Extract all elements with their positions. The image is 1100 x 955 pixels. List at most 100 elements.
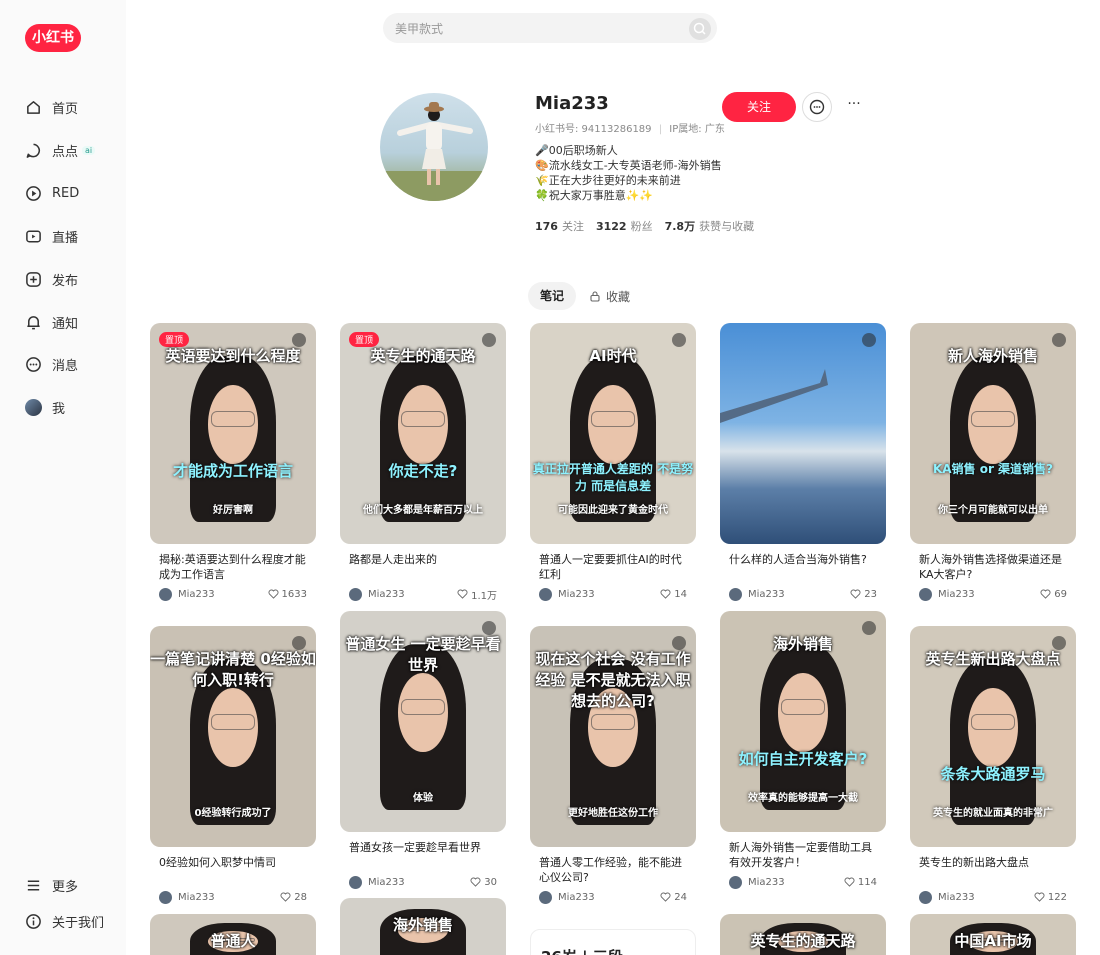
note-cover[interactable]: 一篇笔记讲清楚 0经验如何入职!转行 0经验转行成功了 bbox=[150, 626, 316, 847]
nav-diandian[interactable]: 点点 ai bbox=[25, 139, 96, 161]
note-title[interactable]: 新人海外销售一定要借助工具有效开发客户！ bbox=[720, 840, 886, 870]
note-title[interactable]: 新人海外销售选择做渠道还是KA大客户? bbox=[910, 552, 1076, 582]
nav-notifications[interactable]: 通知 bbox=[25, 311, 78, 333]
note-card[interactable]: 中国AI市场 bbox=[910, 914, 1076, 955]
following-stat[interactable]: 176 关注 bbox=[535, 218, 584, 234]
note-cover[interactable]: 26岁 | 三段 bbox=[530, 929, 696, 955]
note-card[interactable]: 置顶 英语要达到什么程度 才能成为工作语言 好厉害啊揭秘:英语要达到什么程度才能成为工… bbox=[150, 323, 316, 602]
author-avatar[interactable] bbox=[539, 890, 552, 904]
note-title[interactable]: 普通女孩一定要趁早看世界 bbox=[340, 840, 506, 870]
search-bar[interactable]: 美甲款式 bbox=[383, 13, 717, 43]
note-cover[interactable]: 中国AI市场 bbox=[910, 914, 1076, 955]
like-button[interactable]: 24 bbox=[660, 892, 687, 903]
author-avatar[interactable] bbox=[159, 890, 172, 904]
note-card[interactable]: 海外销售 bbox=[340, 898, 506, 955]
author-avatar[interactable] bbox=[159, 587, 172, 601]
like-button[interactable]: 14 bbox=[660, 589, 687, 600]
note-card[interactable]: AI时代 真正拉开普通人差距的 不是努力 而是信息差 可能因此迎来了黄金时代普通人一… bbox=[530, 323, 696, 602]
author-avatar[interactable] bbox=[729, 875, 742, 889]
note-card[interactable]: 什么样的人适合当海外销售? Mia233 23 bbox=[720, 323, 886, 602]
search-button[interactable] bbox=[689, 18, 711, 40]
fans-stat[interactable]: 3122 粉丝 bbox=[596, 218, 653, 234]
note-card[interactable]: 置顶 英专生的通天路 你走不走? 他们大多都是年薪百万以上路都是人走出来的 Mia233… bbox=[340, 323, 506, 602]
note-title[interactable]: 普通人一定要要抓住AI的时代红利 bbox=[530, 552, 696, 582]
nav-messages[interactable]: 消息 bbox=[25, 353, 78, 375]
message-button[interactable] bbox=[802, 92, 832, 122]
nav-about[interactable]: 关于我们 bbox=[25, 910, 104, 932]
nav-me[interactable]: 我 bbox=[25, 396, 65, 418]
like-button[interactable]: 114 bbox=[844, 877, 877, 888]
like-button[interactable]: 28 bbox=[280, 892, 307, 903]
note-card[interactable]: 新人海外销售 KA销售 or 渠道销售? 你三个月可能就可以出单新人海外销售选择做渠… bbox=[910, 323, 1076, 602]
note-card[interactable]: 普通人 bbox=[150, 914, 316, 955]
note-cover[interactable]: 现在这个社会 没有工作经验 是不是就无法入职想去的公司? 更好地胜任这份工作 bbox=[530, 626, 696, 847]
note-card[interactable]: 英专生的通天路 bbox=[720, 914, 886, 955]
author-avatar[interactable] bbox=[919, 890, 932, 904]
note-cover[interactable]: 英专生新出路大盘点 条条大路通罗马 英专生的就业面真的非常广 bbox=[910, 626, 1076, 847]
like-button[interactable]: 69 bbox=[1040, 589, 1067, 600]
cover-caption: AI时代 bbox=[589, 347, 637, 365]
like-button[interactable]: 122 bbox=[1034, 892, 1067, 903]
note-cover[interactable]: 海外销售 bbox=[340, 898, 506, 955]
tab-notes[interactable]: 笔记 bbox=[528, 282, 576, 310]
nav-home[interactable]: 首页 bbox=[25, 96, 78, 118]
author-name[interactable]: Mia233 bbox=[178, 589, 215, 600]
bio-line: 🎨流水线女工-大专英语老师-海外销售 bbox=[535, 159, 722, 172]
author-avatar[interactable] bbox=[919, 587, 932, 601]
author-avatar[interactable] bbox=[349, 587, 362, 601]
note-cover[interactable] bbox=[720, 323, 886, 544]
cover-caption: 你走不走? bbox=[388, 462, 458, 481]
note-card[interactable]: 一篇笔记讲清楚 0经验如何入职!转行 0经验转行成功了 0经验如何入职梦中情司 Mia… bbox=[150, 626, 316, 905]
author-name[interactable]: Mia233 bbox=[178, 892, 215, 903]
note-card[interactable]: 普通女生 一定要趁早看世界 体验普通女孩一定要趁早看世界 Mia233 30 bbox=[340, 611, 506, 890]
note-cover[interactable]: 普通女生 一定要趁早看世界 体验 bbox=[340, 611, 506, 832]
note-cover[interactable]: 新人海外销售 KA销售 or 渠道销售? 你三个月可能就可以出单 bbox=[910, 323, 1076, 544]
note-card[interactable]: 26岁 | 三段 bbox=[530, 929, 696, 955]
nav-live[interactable]: 直播 bbox=[25, 225, 78, 247]
note-footer: Mia233 24 bbox=[530, 889, 696, 905]
author-name[interactable]: Mia233 bbox=[938, 589, 975, 600]
follow-button[interactable]: 关注 bbox=[722, 92, 796, 122]
note-title[interactable]: 揭秘:英语要达到什么程度才能成为工作语言 bbox=[150, 552, 316, 582]
xiaohongshu-logo[interactable]: 小红书 bbox=[25, 24, 81, 52]
author-name[interactable]: Mia233 bbox=[368, 589, 405, 600]
author-name[interactable]: Mia233 bbox=[368, 877, 405, 888]
nav-more[interactable]: 更多 bbox=[25, 874, 78, 896]
search-icon bbox=[693, 22, 706, 35]
like-button[interactable]: 1633 bbox=[268, 589, 307, 600]
note-cover[interactable]: AI时代 真正拉开普通人差距的 不是努力 而是信息差 可能因此迎来了黄金时代 bbox=[530, 323, 696, 544]
tab-collect[interactable]: 收藏 bbox=[589, 282, 630, 310]
nav-publish[interactable]: 发布 bbox=[25, 268, 78, 290]
author-name[interactable]: Mia233 bbox=[938, 892, 975, 903]
note-card[interactable]: 英专生新出路大盘点 条条大路通罗马 英专生的就业面真的非常广英专生的新出路大盘点 Mi… bbox=[910, 626, 1076, 905]
author-avatar[interactable] bbox=[539, 587, 552, 601]
note-title[interactable]: 英专生的新出路大盘点 bbox=[910, 855, 1076, 885]
fans-label: 粉丝 bbox=[630, 220, 653, 233]
nav-red[interactable]: RED bbox=[25, 182, 79, 204]
cover-caption: 0经验转行成功了 bbox=[194, 808, 272, 819]
like-button[interactable]: 30 bbox=[470, 877, 497, 888]
note-title[interactable]: 什么样的人适合当海外销售? bbox=[720, 552, 886, 582]
like-button[interactable]: 1.1万 bbox=[457, 587, 497, 602]
note-cover[interactable]: 普通人 bbox=[150, 914, 316, 955]
note-footer: Mia233 122 bbox=[910, 889, 1076, 905]
note-title[interactable]: 路都是人走出来的 bbox=[340, 552, 506, 582]
note-card[interactable]: 海外销售 如何自主开发客户? 效率真的能够提高一大截新人海外销售一定要借助工具有效开… bbox=[720, 611, 886, 890]
note-cover[interactable]: 海外销售 如何自主开发客户? 效率真的能够提高一大截 bbox=[720, 611, 886, 832]
note-title[interactable]: 0经验如何入职梦中情司 bbox=[150, 855, 316, 885]
author-name[interactable]: Mia233 bbox=[748, 589, 785, 600]
note-card[interactable]: 现在这个社会 没有工作经验 是不是就无法入职想去的公司? 更好地胜任这份工作普通人… bbox=[530, 626, 696, 905]
note-title[interactable]: 普通人零工作经验，能不能进心仪公司? bbox=[530, 855, 696, 885]
like-button[interactable]: 23 bbox=[850, 589, 877, 600]
more-options-button[interactable]: ··· bbox=[844, 94, 864, 118]
author-name[interactable]: Mia233 bbox=[558, 589, 595, 600]
note-cover[interactable]: 英专生的通天路 bbox=[720, 914, 886, 955]
search-input[interactable]: 美甲款式 bbox=[395, 20, 443, 37]
author-avatar[interactable] bbox=[349, 875, 362, 889]
note-cover[interactable]: 置顶 英语要达到什么程度 才能成为工作语言 好厉害啊 bbox=[150, 323, 316, 544]
author-name[interactable]: Mia233 bbox=[748, 877, 785, 888]
likes-stat[interactable]: 7.8万 获赞与收藏 bbox=[665, 218, 755, 234]
note-cover[interactable]: 置顶 英专生的通天路 你走不走? 他们大多都是年薪百万以上 bbox=[340, 323, 506, 544]
author-avatar[interactable] bbox=[729, 587, 742, 601]
author-name[interactable]: Mia233 bbox=[558, 892, 595, 903]
